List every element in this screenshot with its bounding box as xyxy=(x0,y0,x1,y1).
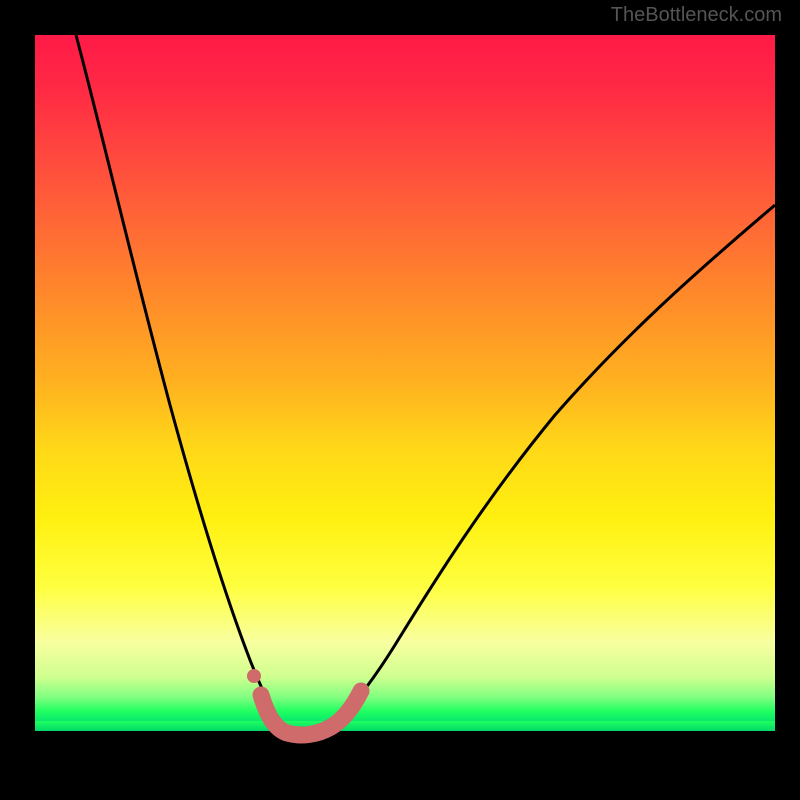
curve-svg xyxy=(35,35,775,775)
main-curve-path xyxy=(76,35,775,731)
bottom-highlight-group xyxy=(247,669,361,735)
plot-area xyxy=(35,35,775,775)
watermark-text: TheBottleneck.com xyxy=(611,4,782,27)
chart-root: TheBottleneck.com xyxy=(0,0,800,800)
